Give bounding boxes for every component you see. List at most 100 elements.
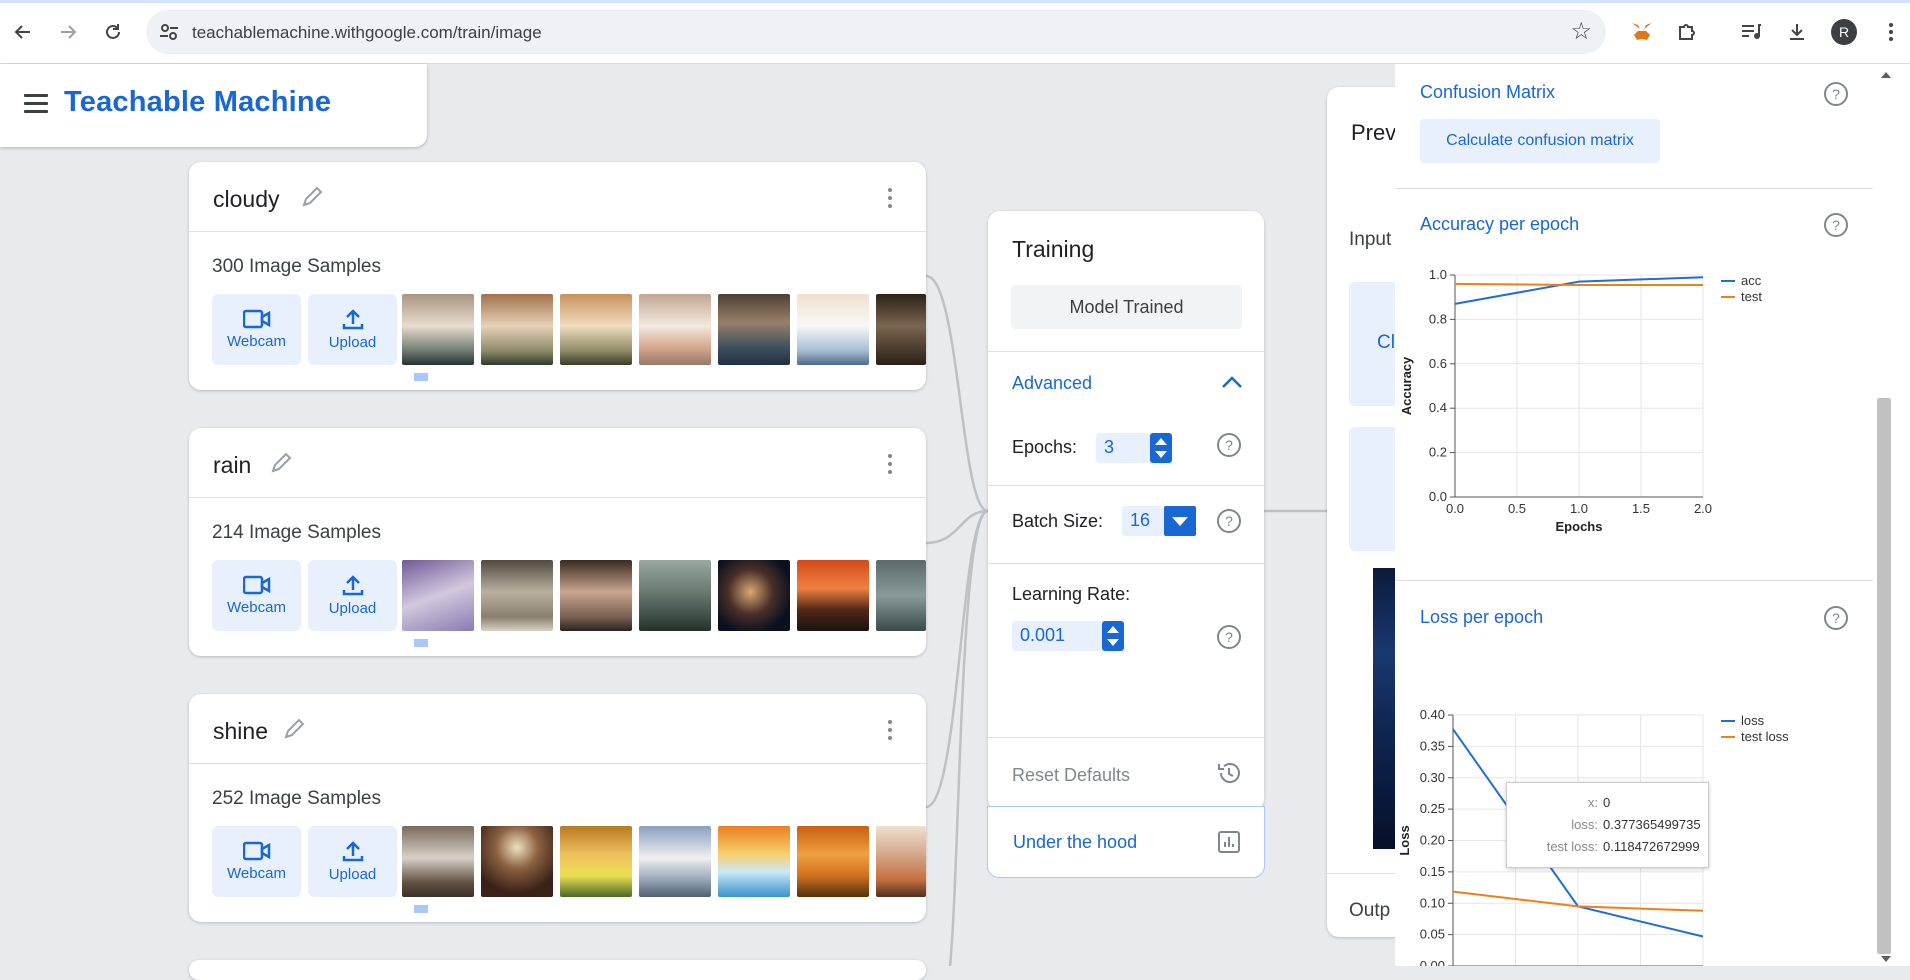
- sample-thumbnail[interactable]: [639, 826, 711, 897]
- metamask-icon[interactable]: [1628, 18, 1656, 46]
- url-text[interactable]: teachablemachine.withgoogle.com/train/im…: [192, 23, 542, 43]
- site-settings-icon[interactable]: [158, 21, 180, 43]
- train-model-button[interactable]: Model Trained: [1011, 285, 1242, 329]
- sample-thumbnail[interactable]: [402, 826, 474, 897]
- tooltip-loss-value: 0.377365499735: [1603, 817, 1701, 832]
- help-icon[interactable]: ?: [1216, 432, 1242, 458]
- epochs-input[interactable]: 3: [1096, 433, 1154, 463]
- calculate-confusion-matrix-button[interactable]: Calculate confusion matrix: [1420, 119, 1660, 163]
- reset-defaults-button[interactable]: Reset Defaults: [1012, 765, 1130, 786]
- y-tick-label: 0.6: [1429, 356, 1447, 371]
- upload-button[interactable]: Upload: [308, 826, 397, 897]
- sample-thumbnail[interactable]: [639, 560, 711, 631]
- sample-thumbnail[interactable]: [797, 294, 869, 365]
- upload-icon: [342, 575, 363, 596]
- star-icon[interactable]: ☆: [1570, 17, 1592, 46]
- epochs-stepper[interactable]: [1150, 433, 1172, 463]
- training-card: Training Model Trained Advanced Epochs: …: [987, 211, 1265, 878]
- webcam-icon: [242, 575, 270, 595]
- sample-thumbnail[interactable]: [481, 826, 553, 897]
- sample-thumbnail[interactable]: [560, 560, 632, 631]
- sample-thumbnail[interactable]: [481, 294, 553, 365]
- scroll-up-icon[interactable]: [1881, 72, 1891, 78]
- forward-icon[interactable]: [52, 16, 84, 48]
- under-the-hood-button[interactable]: Under the hood: [987, 806, 1265, 878]
- back-icon[interactable]: [7, 16, 39, 48]
- help-icon[interactable]: ?: [1216, 508, 1242, 534]
- extensions-icon[interactable]: [1673, 18, 1701, 46]
- class-options-icon[interactable]: [888, 720, 892, 744]
- scroll-down-icon[interactable]: [1881, 956, 1891, 962]
- class-options-icon[interactable]: [888, 188, 892, 212]
- edit-pencil-icon[interactable]: [268, 450, 294, 476]
- help-icon[interactable]: ?: [1823, 212, 1849, 238]
- more-icon[interactable]: [1877, 18, 1905, 46]
- advanced-toggle[interactable]: Advanced: [1012, 373, 1092, 394]
- confusion-matrix-title: Confusion Matrix: [1420, 82, 1556, 102]
- chevron-down-icon[interactable]: [1164, 506, 1196, 536]
- sample-thumbnail[interactable]: [560, 826, 632, 897]
- scrollbar-thumb[interactable]: [1877, 398, 1891, 954]
- learning-rate-input[interactable]: 0.001: [1012, 621, 1102, 651]
- y-tick-label: 0.40: [1420, 707, 1445, 722]
- sample-thumbnail[interactable]: [718, 560, 790, 631]
- upload-label: Upload: [328, 866, 377, 883]
- sample-thumbnail[interactable]: [402, 294, 474, 365]
- chart-icon: [1218, 831, 1240, 853]
- sample-thumbnail[interactable]: [402, 560, 474, 631]
- x-tick-label: 2.0: [1694, 501, 1712, 516]
- webcam-label: Webcam: [227, 599, 286, 616]
- menu-icon[interactable]: [24, 94, 48, 114]
- sample-thumbnail[interactable]: [797, 826, 869, 897]
- webcam-button[interactable]: Webcam: [212, 294, 301, 365]
- sample-thumbnail[interactable]: [876, 826, 926, 897]
- edit-pencil-icon[interactable]: [299, 184, 325, 210]
- svg-text:?: ?: [1832, 86, 1840, 102]
- help-icon[interactable]: ?: [1823, 605, 1849, 631]
- class-options-icon[interactable]: [888, 454, 892, 478]
- loss-title: Loss per epoch: [1420, 607, 1544, 627]
- address-bar[interactable]: teachablemachine.withgoogle.com/train/im…: [146, 10, 1606, 54]
- edit-pencil-icon[interactable]: [281, 716, 307, 742]
- sample-thumbnail[interactable]: [481, 560, 553, 631]
- webcam-icon: [242, 309, 270, 329]
- sample-thumbnail[interactable]: [718, 294, 790, 365]
- thumbnail-scrollbar[interactable]: [402, 639, 912, 647]
- webcam-button[interactable]: Webcam: [212, 826, 301, 897]
- class-card-shine: shine 252 Image Samples Webcam Upload: [189, 694, 926, 922]
- webcam-button[interactable]: Webcam: [212, 560, 301, 631]
- sample-thumbnail[interactable]: [876, 560, 926, 631]
- profile-avatar[interactable]: R: [1831, 19, 1857, 45]
- learning-rate-stepper[interactable]: [1102, 621, 1124, 651]
- media-icon[interactable]: [1737, 18, 1765, 46]
- sample-thumbnail[interactable]: [876, 294, 926, 365]
- app-title[interactable]: Teachable Machine: [64, 86, 331, 119]
- legend-label: loss: [1741, 713, 1765, 728]
- class-name[interactable]: rain: [213, 452, 251, 479]
- help-icon[interactable]: ?: [1216, 624, 1242, 650]
- sample-thumbnail[interactable]: [797, 560, 869, 631]
- reload-icon[interactable]: [97, 16, 129, 48]
- thumbnail-scrollbar[interactable]: [402, 373, 912, 381]
- upload-button[interactable]: Upload: [308, 294, 397, 365]
- legend-label: acc: [1741, 273, 1762, 288]
- sample-thumbnail[interactable]: [639, 294, 711, 365]
- upload-icon: [342, 309, 363, 330]
- download-icon[interactable]: [1783, 18, 1811, 46]
- app-header: Teachable Machine: [0, 64, 427, 147]
- history-icon[interactable]: [1216, 760, 1242, 786]
- help-icon[interactable]: ?: [1823, 81, 1849, 107]
- class-name[interactable]: shine: [213, 718, 268, 745]
- divider: [988, 485, 1264, 486]
- sample-thumbnail[interactable]: [718, 826, 790, 897]
- accuracy-title: Accuracy per epoch: [1420, 214, 1580, 234]
- thumbnail-scrollbar[interactable]: [402, 905, 912, 913]
- y-tick-label: 0.05: [1420, 927, 1445, 942]
- batch-size-select[interactable]: 16: [1122, 506, 1164, 536]
- upload-button[interactable]: Upload: [308, 560, 397, 631]
- page-scrollbar[interactable]: [1873, 64, 1910, 966]
- sample-thumbnail[interactable]: [560, 294, 632, 365]
- chevron-up-icon[interactable]: [1221, 374, 1243, 390]
- input-label: Input: [1349, 229, 1392, 250]
- class-name[interactable]: cloudy: [213, 186, 279, 213]
